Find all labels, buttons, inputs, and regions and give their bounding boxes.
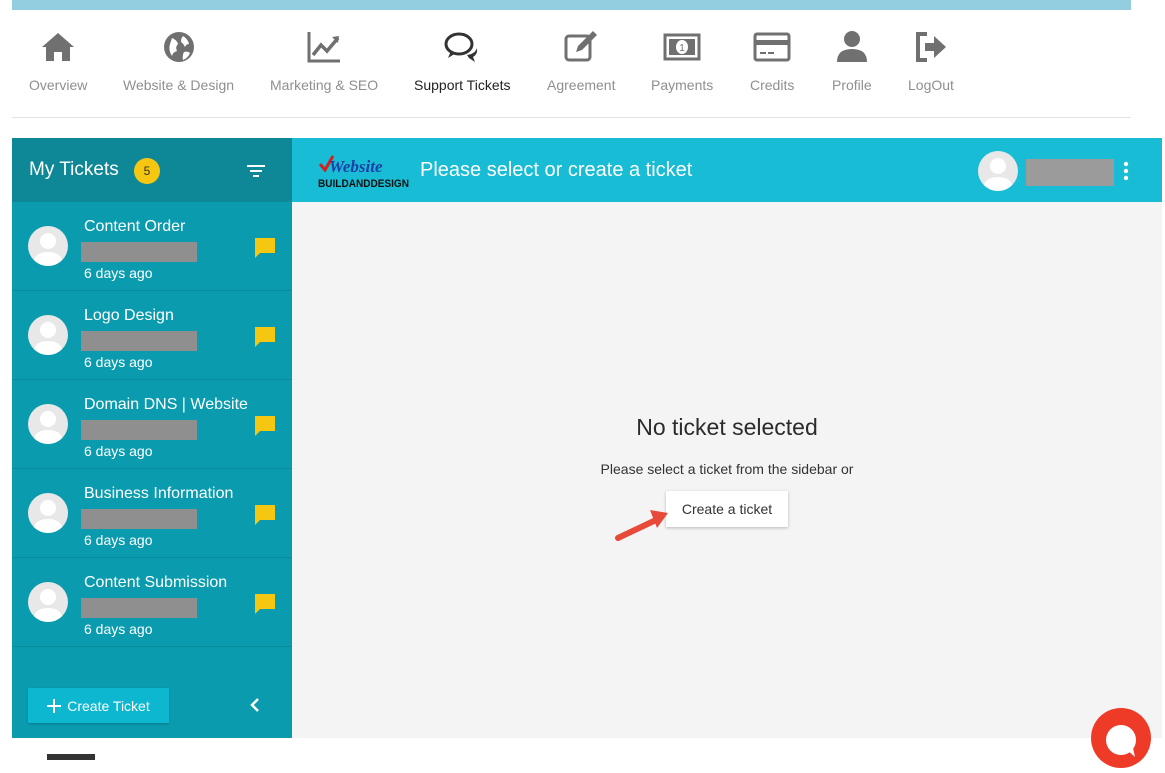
message-icon [255, 416, 275, 436]
nav-payments[interactable]: 1 Payments [651, 28, 713, 93]
redacted-preview [81, 420, 197, 440]
ticket-item-content-order[interactable]: Content Order 6 days ago [12, 202, 292, 291]
nav-label: Overview [29, 77, 88, 93]
ticket-content-area: No ticket selected Please select a ticke… [292, 202, 1162, 738]
nav-label: Credits [750, 77, 795, 93]
redacted-preview [81, 331, 197, 351]
sidebar-header: My Tickets 5 [12, 138, 292, 202]
nav-support-tickets[interactable]: Support Tickets [414, 28, 511, 93]
nav-credits[interactable]: Credits [750, 28, 794, 93]
sidebar-title: My Tickets [29, 159, 119, 180]
ticket-time: 6 days ago [84, 443, 153, 459]
avatar [28, 226, 68, 266]
ticket-title: Logo Design [84, 307, 174, 324]
annotation-arrow-icon [615, 510, 668, 541]
empty-state-title: No ticket selected [636, 414, 818, 440]
avatar [28, 404, 68, 444]
nav-website-design[interactable]: Website & Design [123, 28, 234, 93]
filter-icon[interactable] [246, 162, 266, 180]
ticket-time: 6 days ago [84, 532, 153, 548]
chevron-left-icon[interactable] [248, 696, 262, 714]
nav-marketing-seo[interactable]: Marketing & SEO [270, 28, 378, 93]
svg-text:1: 1 [679, 43, 685, 54]
message-icon [255, 327, 275, 347]
user-icon [836, 31, 867, 62]
empty-state-subtitle: Please select a ticket from the sidebar … [600, 461, 854, 477]
user-avatar[interactable] [978, 151, 1018, 191]
create-ticket-button[interactable]: Create Ticket [28, 688, 169, 723]
live-chat-button[interactable] [1091, 708, 1151, 768]
ticket-time: 6 days ago [84, 354, 153, 370]
redacted-preview [81, 598, 197, 618]
top-accent-bar [12, 0, 1131, 10]
chat-bubbles-icon [444, 32, 478, 62]
message-icon [255, 238, 275, 258]
ticket-item-content-submission[interactable]: Content Submission 6 days ago [12, 558, 292, 647]
plus-icon [47, 698, 62, 713]
nav-label: Marketing & SEO [270, 77, 379, 93]
nav-label: LogOut [908, 77, 954, 93]
ticket-title: Domain DNS | Website [84, 396, 248, 413]
tickets-sidebar: My Tickets 5 Content Order 6 days ago Lo… [12, 138, 292, 738]
edit-icon [564, 31, 598, 62]
ticket-title: Content Order [84, 218, 186, 235]
money-icon: 1 [663, 33, 701, 61]
message-icon [255, 594, 275, 614]
nav-label: Website & Design [123, 77, 235, 93]
create-ticket-label: Create Ticket [67, 697, 150, 714]
ticket-count-badge: 5 [134, 158, 160, 184]
nav-label: Profile [832, 77, 872, 93]
message-icon [255, 505, 275, 525]
ticket-item-domain-dns[interactable]: Domain DNS | Website 6 days ago [12, 380, 292, 469]
logo-bottom-text: BUILDANDDESIGN [318, 178, 409, 190]
nav-profile[interactable]: Profile [832, 28, 872, 93]
redacted-username [1026, 159, 1114, 186]
redacted-preview [81, 509, 197, 529]
ticket-title: Content Submission [84, 574, 228, 591]
header-title: Please select or create a ticket [420, 159, 693, 181]
nav-overview[interactable]: Overview [29, 28, 87, 93]
nav-agreement[interactable]: Agreement [547, 28, 615, 93]
more-vert-icon[interactable] [1120, 160, 1132, 182]
ticket-item-logo-design[interactable]: Logo Design 6 days ago [12, 291, 292, 380]
redacted-preview [81, 242, 197, 262]
avatar [28, 315, 68, 355]
ticket-item-business-information[interactable]: Business Information 6 days ago [12, 469, 292, 558]
nav-logout[interactable]: LogOut [908, 28, 954, 93]
nav-label: Support Tickets [414, 77, 511, 93]
globe-icon [163, 32, 194, 62]
home-icon [42, 33, 75, 61]
avatar [28, 493, 68, 533]
chat-bubble-icon [1106, 725, 1136, 757]
bottom-tab [47, 754, 95, 760]
logo-top-text: Website [329, 157, 383, 176]
nav-label: Agreement [547, 77, 616, 93]
brand-logo: Website BUILDANDDESIGN [318, 155, 409, 190]
main-nav: Overview Website & Design Marketing & SE… [12, 28, 1131, 118]
ticket-title: Business Information [84, 485, 234, 502]
avatar [28, 582, 68, 622]
ticket-time: 6 days ago [84, 265, 153, 281]
ticket-time: 6 days ago [84, 621, 153, 637]
credit-card-icon [753, 32, 791, 62]
ticket-header: Website BUILDANDDESIGN Please select or … [292, 138, 1162, 202]
create-a-ticket-button[interactable]: Create a ticket [666, 491, 788, 527]
nav-label: Payments [651, 77, 714, 93]
logout-icon [915, 32, 946, 62]
chart-line-icon [307, 32, 341, 63]
